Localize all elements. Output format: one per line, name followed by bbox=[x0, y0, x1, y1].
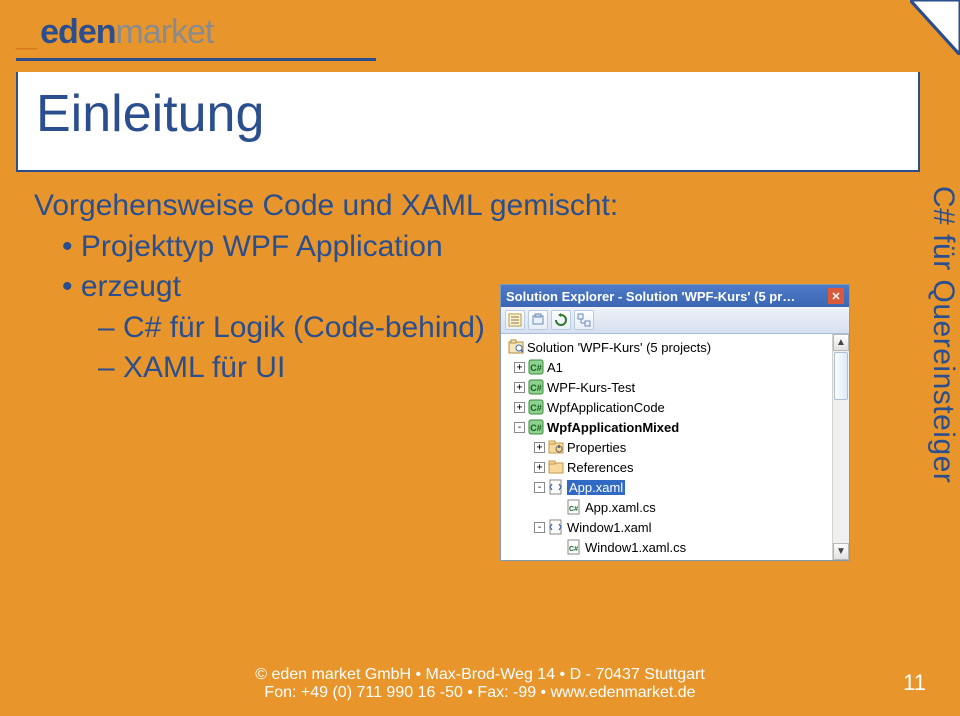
logo-market: market bbox=[116, 13, 214, 52]
bullet-projekttyp: Projekttyp WPF Application bbox=[62, 227, 920, 268]
cs-file-icon: C# bbox=[566, 499, 582, 515]
toolbar-nest-icon[interactable] bbox=[574, 310, 594, 330]
svg-text:C#: C# bbox=[569, 506, 578, 513]
tree-item-label: WpfApplicationMixed bbox=[547, 420, 679, 435]
tree-item-a1[interactable]: + C# A1 bbox=[503, 357, 829, 377]
page-number: 11 bbox=[903, 670, 926, 696]
xaml-file-icon bbox=[548, 479, 564, 495]
footer-line1: © eden market GmbH • Max-Brod-Weg 14 • D… bbox=[0, 666, 960, 684]
toolbar-showall-icon[interactable] bbox=[528, 310, 548, 330]
scrollbar[interactable]: ▲ ▼ bbox=[832, 334, 849, 560]
tree-item-label: WpfApplicationCode bbox=[547, 400, 665, 415]
tree-item-references[interactable]: + References bbox=[503, 457, 829, 477]
logo: _ eden market bbox=[16, 10, 920, 53]
tree-item-label: Window1.xaml bbox=[567, 520, 652, 535]
toolbar-refresh-icon[interactable] bbox=[551, 310, 571, 330]
tree-root[interactable]: Solution 'WPF-Kurs' (5 projects) bbox=[503, 337, 829, 357]
solution-explorer-toolbar bbox=[501, 307, 849, 334]
scroll-down-icon[interactable]: ▼ bbox=[833, 543, 849, 560]
scroll-thumb[interactable] bbox=[834, 352, 848, 400]
expander-icon[interactable]: - bbox=[534, 482, 545, 493]
expander-icon[interactable]: + bbox=[514, 402, 525, 413]
svg-text:C#: C# bbox=[569, 546, 578, 553]
slide: _ eden market Einleitung Vorgehensweise … bbox=[0, 0, 960, 716]
page-title: Einleitung bbox=[36, 84, 900, 144]
title-box: Einleitung bbox=[16, 72, 920, 172]
tree: Solution 'WPF-Kurs' (5 projects) + C# A1… bbox=[503, 337, 849, 557]
tree-item-label: Properties bbox=[567, 440, 626, 455]
solution-explorer-body: ▲ ▼ Solution 'WPF-Kurs' (5 projects) + C… bbox=[501, 334, 849, 560]
tree-item-properties[interactable]: + Properties bbox=[503, 437, 829, 457]
expander-icon[interactable]: - bbox=[514, 422, 525, 433]
footer-line2: Fon: +49 (0) 711 990 16 -50 • Fax: -99 •… bbox=[0, 684, 960, 702]
logo-dash: _ bbox=[16, 12, 36, 55]
csharp-project-icon: C# bbox=[528, 399, 544, 415]
solution-explorer-title-text: Solution Explorer - Solution 'WPF-Kurs' … bbox=[506, 289, 795, 304]
close-icon[interactable]: ✕ bbox=[828, 288, 844, 304]
tree-item-label: Window1.xaml.cs bbox=[585, 540, 686, 555]
svg-text:C#: C# bbox=[530, 383, 542, 393]
solution-explorer: Solution Explorer - Solution 'WPF-Kurs' … bbox=[500, 284, 850, 561]
tree-item-window1xamlcs[interactable]: C# Window1.xaml.cs bbox=[503, 537, 829, 557]
expander-icon[interactable]: + bbox=[534, 442, 545, 453]
scroll-up-icon[interactable]: ▲ bbox=[833, 334, 849, 351]
xaml-file-icon bbox=[548, 519, 564, 535]
cs-file-icon: C# bbox=[566, 539, 582, 555]
svg-text:C#: C# bbox=[530, 423, 542, 433]
csharp-project-icon: C# bbox=[528, 419, 544, 435]
logo-underline bbox=[16, 58, 376, 61]
tree-item-appxamlcs[interactable]: C# App.xaml.cs bbox=[503, 497, 829, 517]
content-intro: Vorgehensweise Code und XAML gemischt: bbox=[34, 186, 920, 227]
expander-icon[interactable]: + bbox=[534, 462, 545, 473]
tree-item-window1xaml[interactable]: - Window1.xaml bbox=[503, 517, 829, 537]
expander-icon[interactable]: + bbox=[514, 362, 525, 373]
tree-item-label: WPF-Kurs-Test bbox=[547, 380, 635, 395]
tree-root-label: Solution 'WPF-Kurs' (5 projects) bbox=[527, 340, 711, 355]
expander-icon[interactable]: + bbox=[514, 382, 525, 393]
expander-icon[interactable]: - bbox=[534, 522, 545, 533]
logo-bar: _ eden market bbox=[16, 10, 920, 61]
tree-item-appxaml[interactable]: - App.xaml bbox=[503, 477, 829, 497]
references-icon bbox=[548, 459, 564, 475]
folder-icon bbox=[548, 439, 564, 455]
csharp-project-icon: C# bbox=[528, 379, 544, 395]
tree-item-label: App.xaml.cs bbox=[585, 500, 656, 515]
tree-item-label: References bbox=[567, 460, 633, 475]
solution-icon bbox=[508, 339, 524, 355]
tree-item-label: A1 bbox=[547, 360, 563, 375]
solution-explorer-titlebar[interactable]: Solution Explorer - Solution 'WPF-Kurs' … bbox=[501, 285, 849, 307]
sidebar-title: C# für Quereinsteiger bbox=[926, 186, 960, 483]
logo-eden: eden bbox=[40, 13, 115, 52]
csharp-project-icon: C# bbox=[528, 359, 544, 375]
tree-item-label: App.xaml bbox=[567, 480, 625, 495]
toolbar-properties-icon[interactable] bbox=[505, 310, 525, 330]
svg-text:C#: C# bbox=[530, 403, 542, 413]
tree-item-appcode[interactable]: + C# WpfApplicationCode bbox=[503, 397, 829, 417]
tree-item-test[interactable]: + C# WPF-Kurs-Test bbox=[503, 377, 829, 397]
footer: © eden market GmbH • Max-Brod-Weg 14 • D… bbox=[0, 666, 960, 702]
tree-item-appmixed[interactable]: - C# WpfApplicationMixed bbox=[503, 417, 829, 437]
svg-text:C#: C# bbox=[530, 363, 542, 373]
